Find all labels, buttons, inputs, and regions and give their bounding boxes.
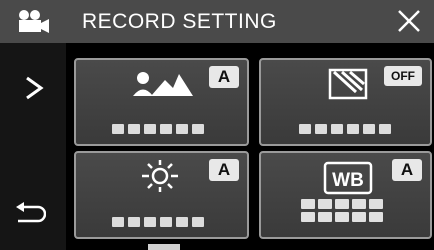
scroll-indicator[interactable] <box>148 244 180 250</box>
value-placeholder <box>112 217 204 227</box>
sun-brightness-icon <box>142 160 178 192</box>
white-balance-tile[interactable]: WB A <box>259 151 432 239</box>
backlight-compensation-tile[interactable]: OFF <box>259 58 432 146</box>
header-bar: RECORD SETTING <box>0 0 434 43</box>
left-nav <box>0 43 66 250</box>
auto-badge: A <box>209 159 239 181</box>
wb-icon: WB <box>323 161 373 195</box>
chevron-right-icon[interactable] <box>22 76 46 100</box>
wb-icon-text: WB <box>332 170 364 191</box>
auto-badge: A <box>209 66 239 88</box>
value-placeholder <box>299 124 391 134</box>
auto-badge: A <box>392 159 422 181</box>
page-title: RECORD SETTING <box>82 10 277 33</box>
backlight-icon <box>328 68 368 100</box>
value-placeholder <box>112 124 204 134</box>
brightness-tile[interactable]: A <box>74 151 249 239</box>
close-icon[interactable] <box>394 6 424 36</box>
scene-select-tile[interactable]: A <box>74 58 249 146</box>
off-badge: OFF <box>384 66 422 86</box>
return-arrow-icon[interactable] <box>14 201 46 229</box>
value-placeholder <box>301 199 383 222</box>
video-camera-icon <box>19 10 49 33</box>
scene-mountain-portrait-icon <box>133 72 193 96</box>
